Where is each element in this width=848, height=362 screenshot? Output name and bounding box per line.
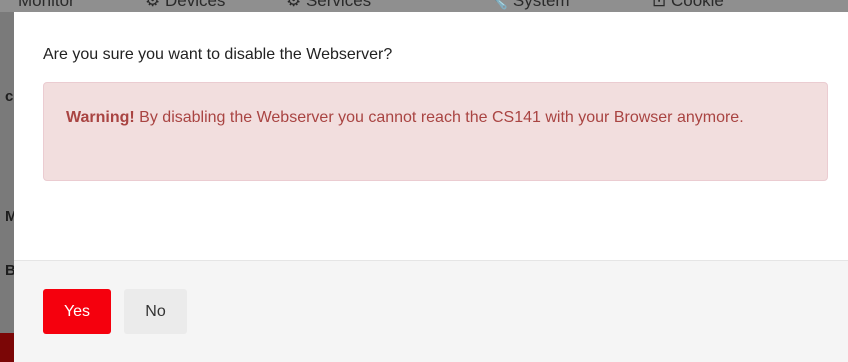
dialog-body: Are you sure you want to disable the Web… — [14, 12, 848, 260]
warning-label: Warning! — [66, 109, 135, 126]
screen: Monitor ⚙ Devices ⚙ Services 🔧 System ⊡ … — [0, 0, 848, 362]
background-fragment-1: c — [5, 88, 14, 105]
background-nav-services-label: Services — [305, 0, 372, 10]
no-button[interactable]: No — [124, 289, 187, 334]
background-nav-cookie: ⊡ Cookie — [652, 0, 724, 11]
dialog-footer: Yes No — [14, 260, 848, 362]
background-nav-bar: Monitor ⚙ Devices ⚙ Services 🔧 System ⊡ … — [0, 0, 848, 12]
background-nav-devices: ⚙ Devices — [145, 0, 225, 11]
background-nav-system-label: System — [512, 0, 570, 10]
background-nav-services: ⚙ Services — [286, 0, 371, 11]
warning-message: By disabling the Webserver you cannot re… — [134, 109, 744, 126]
background-nav-cookie-label: Cookie — [670, 0, 724, 10]
confirm-dialog: Are you sure you want to disable the Web… — [14, 12, 848, 362]
background-nav-monitor: Monitor — [18, 0, 75, 10]
background-sidebar — [0, 12, 14, 362]
dialog-title: Are you sure you want to disable the Web… — [43, 46, 393, 63]
background-red-strip — [0, 333, 14, 362]
yes-button[interactable]: Yes — [43, 289, 111, 334]
background-nav-devices-label: Devices — [164, 0, 226, 10]
warning-alert: Warning! By disabling the Webserver you … — [43, 82, 828, 181]
background-nav-system: 🔧 System — [487, 0, 570, 11]
